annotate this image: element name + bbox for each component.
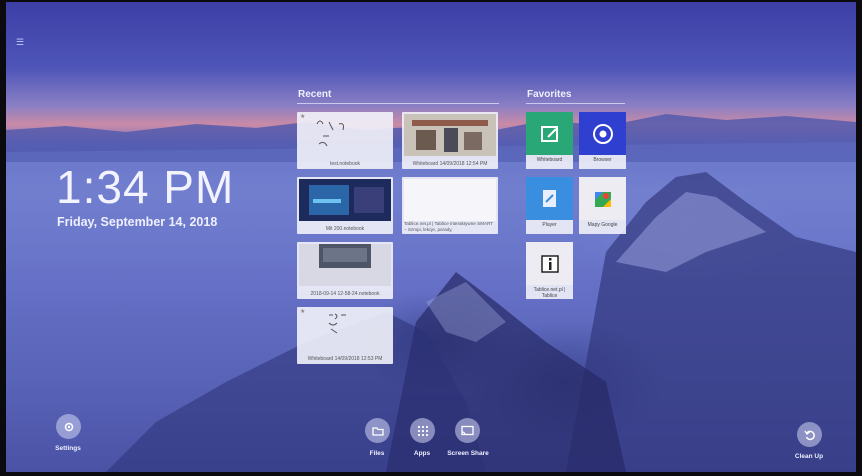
menu-icon[interactable]: ☰	[16, 38, 24, 47]
favorite-player[interactable]: Player	[526, 177, 573, 234]
whiteboard-icon	[526, 112, 573, 155]
recent-caption: 2018-09-14 12-58-24.notebook	[310, 291, 380, 297]
recent-thumbnail	[299, 244, 391, 286]
recent-caption: Whiteboard 14/09/2018 12:53 PM	[307, 356, 383, 362]
favorite-caption: Tablice.net.pl | Tablice	[533, 287, 566, 299]
undo-icon	[803, 430, 815, 440]
favorite-whiteboard[interactable]: Whiteboard	[526, 112, 573, 169]
recent-item[interactable]: ★ Tablice.net.pl | Tablice interaktywne …	[402, 177, 498, 234]
screen-share-label: Screen Share	[447, 450, 489, 457]
favorite-caption: Player	[542, 222, 557, 228]
apps-grid-icon	[417, 425, 428, 436]
clean-up-button[interactable]	[797, 422, 822, 447]
favorite-browser[interactable]: Browser	[579, 112, 626, 169]
favorite-tablice[interactable]: Tablice.net.pl | Tablice	[526, 242, 573, 299]
favorite-mapy-google[interactable]: Mapy Google	[579, 177, 626, 234]
clean-up-label: Clean Up	[794, 453, 824, 460]
home-screen: ☰ 1:34 PM Friday, September 14, 2018 Rec…	[6, 2, 856, 472]
recent-caption: Whiteboard 14/09/2018 12:54 PM	[412, 161, 488, 167]
google-maps-icon	[579, 177, 626, 220]
apps-button[interactable]	[410, 418, 435, 443]
recent-thumbnail	[404, 114, 496, 156]
recent-thumbnail	[299, 309, 391, 351]
clock-date: Friday, September 14, 2018	[57, 215, 218, 229]
recent-item[interactable]: ★ Whiteboard 14/09/2018 12:54 PM	[402, 112, 498, 169]
favorites-title: Favorites	[527, 89, 572, 100]
recent-item[interactable]: ★ 2018-09-14 12-58-24.notebook	[297, 242, 393, 299]
favorite-caption: Whiteboard	[536, 157, 563, 163]
favorite-caption: Browser	[593, 157, 612, 163]
recent-thumbnail	[299, 114, 391, 156]
gear-icon	[64, 422, 73, 431]
recent-item[interactable]: ★ test.notebook	[297, 112, 393, 169]
folder-icon	[371, 426, 384, 436]
recent-caption: Tablice.net.pl | Tablice interaktywne SM…	[404, 221, 494, 232]
chrome-icon	[579, 112, 626, 155]
clock-time: 1:34 PM	[56, 161, 235, 213]
screen-share-button[interactable]	[455, 418, 480, 443]
recent-item[interactable]: ★ Mit 200.notebook	[297, 177, 393, 234]
cast-icon	[461, 425, 474, 435]
recent-title: Recent	[298, 89, 332, 100]
recent-thumbnail	[299, 179, 391, 221]
settings-label: Settings	[55, 445, 81, 452]
settings-button[interactable]	[56, 414, 81, 439]
info-icon	[526, 242, 573, 285]
recent-caption: Mit 200.notebook	[325, 226, 365, 232]
favorite-caption: Mapy Google	[587, 222, 618, 228]
files-button[interactable]	[365, 418, 390, 443]
background-landscape	[6, 114, 856, 472]
player-icon	[526, 177, 573, 220]
recent-thumbnail	[404, 179, 496, 221]
favorites-divider	[526, 103, 625, 104]
recent-divider	[297, 103, 499, 104]
recent-item[interactable]: ★ Whiteboard 14/09/2018 12:53 PM	[297, 307, 393, 364]
recent-caption: test.notebook	[329, 161, 361, 167]
files-label: Files	[369, 450, 385, 457]
